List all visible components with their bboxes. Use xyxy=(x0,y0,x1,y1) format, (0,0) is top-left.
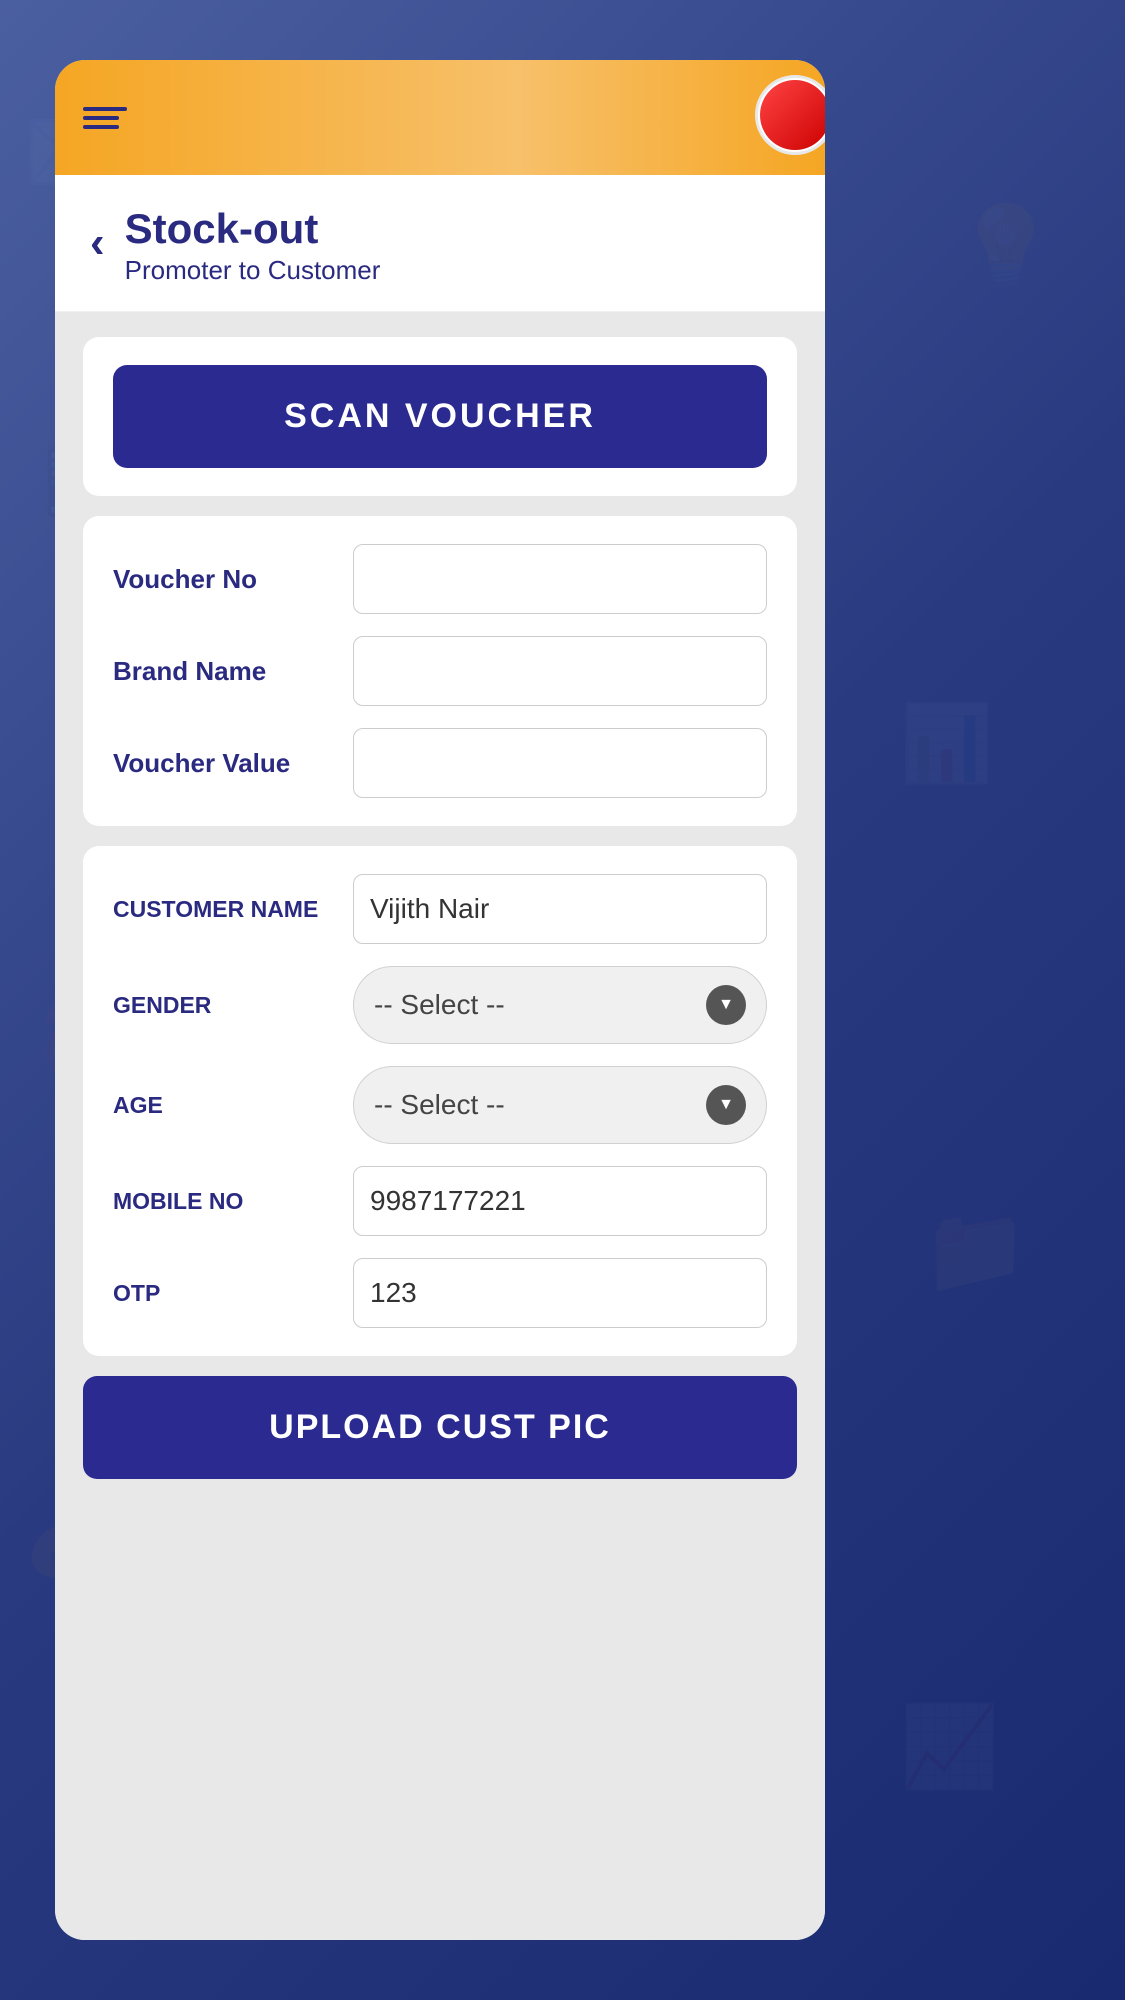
hamburger-menu[interactable] xyxy=(83,107,127,129)
customer-name-label: CUSTOMER NAME xyxy=(113,896,353,923)
mobile-no-row: MOBILE NO xyxy=(113,1166,767,1236)
app-container: ‹ Stock-out Promoter to Customer SCAN VO… xyxy=(55,60,825,1940)
hamburger-line-2 xyxy=(83,116,119,120)
scroll-content: SCAN VOUCHER Voucher No Brand Name Vouch… xyxy=(55,312,825,1940)
voucher-value-input[interactable] xyxy=(353,728,767,798)
brand-name-input[interactable] xyxy=(353,636,767,706)
age-select-button[interactable]: -- Select -- xyxy=(353,1066,767,1144)
age-label: AGE xyxy=(113,1092,353,1119)
customer-name-input[interactable] xyxy=(353,874,767,944)
back-button[interactable]: ‹ xyxy=(90,221,105,265)
voucher-value-row: Voucher Value xyxy=(113,728,767,798)
app-header xyxy=(55,60,825,175)
mobile-no-input[interactable] xyxy=(353,1166,767,1236)
brand-name-label: Brand Name xyxy=(113,656,353,687)
voucher-form-card: Voucher No Brand Name Voucher Value xyxy=(83,516,797,826)
gender-select-button[interactable]: -- Select -- xyxy=(353,966,767,1044)
voucher-no-row: Voucher No xyxy=(113,544,767,614)
page-title: Stock-out xyxy=(125,205,381,253)
gender-row: GENDER -- Select -- xyxy=(113,966,767,1044)
profile-avatar[interactable] xyxy=(755,75,825,155)
otp-input[interactable] xyxy=(353,1258,767,1328)
voucher-no-label: Voucher No xyxy=(113,564,353,595)
hamburger-line-1 xyxy=(83,107,127,111)
hamburger-line-3 xyxy=(83,125,119,129)
age-chevron-icon xyxy=(706,1085,746,1125)
customer-name-row: CUSTOMER NAME xyxy=(113,874,767,944)
otp-label: OTP xyxy=(113,1280,353,1307)
age-select-wrapper: -- Select -- xyxy=(353,1066,767,1144)
gender-label: GENDER xyxy=(113,992,353,1019)
otp-row: OTP xyxy=(113,1258,767,1328)
upload-cust-pic-button[interactable]: UPLOAD CUST PIC xyxy=(83,1376,797,1479)
brand-name-row: Brand Name xyxy=(113,636,767,706)
scan-voucher-card: SCAN VOUCHER xyxy=(83,337,797,496)
age-row: AGE -- Select -- xyxy=(113,1066,767,1144)
voucher-no-input[interactable] xyxy=(353,544,767,614)
gender-select-wrapper: -- Select -- xyxy=(353,966,767,1044)
gender-select-text: -- Select -- xyxy=(374,989,505,1021)
page-subtitle: Promoter to Customer xyxy=(125,255,381,286)
profile-image xyxy=(760,80,825,150)
voucher-value-label: Voucher Value xyxy=(113,748,353,779)
gender-chevron-icon xyxy=(706,985,746,1025)
scan-voucher-button[interactable]: SCAN VOUCHER xyxy=(113,365,767,468)
mobile-no-label: MOBILE NO xyxy=(113,1188,353,1215)
title-block: Stock-out Promoter to Customer xyxy=(125,205,381,286)
age-select-text: -- Select -- xyxy=(374,1089,505,1121)
page-title-area: ‹ Stock-out Promoter to Customer xyxy=(55,175,825,312)
customer-form-card: CUSTOMER NAME GENDER -- Select -- AGE --… xyxy=(83,846,797,1356)
